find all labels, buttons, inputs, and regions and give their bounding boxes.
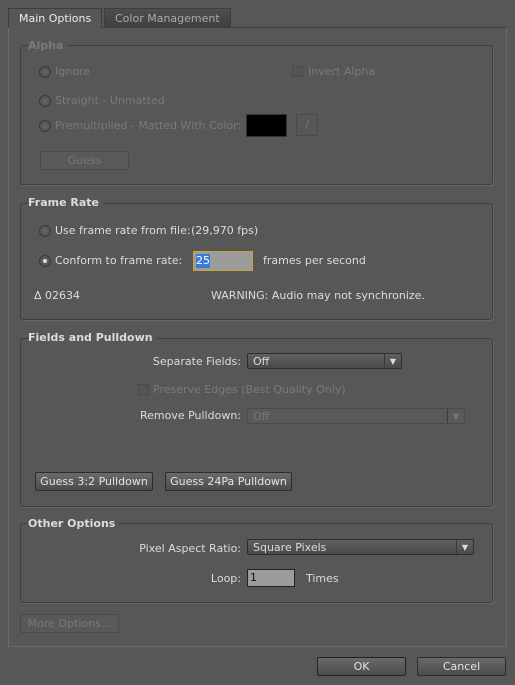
guess-32-pulldown-button[interactable]: Guess 3:2 Pulldown <box>35 472 153 491</box>
separate-fields-value: Off <box>253 355 270 368</box>
pixel-aspect-value: Square Pixels <box>253 541 327 554</box>
preserve-edges-label: Preserve Edges (Best Quality Only) <box>153 383 346 396</box>
conform-rate-radio[interactable] <box>39 255 51 267</box>
straight-label: Straight - Unmatted <box>55 94 165 107</box>
remove-pulldown-label: Remove Pulldown: <box>139 409 241 422</box>
preserve-edges-checkbox[interactable] <box>138 384 149 395</box>
file-fps-value: (29,970 fps) <box>191 224 259 237</box>
fields-title: Fields and Pulldown <box>28 331 157 344</box>
eyedropper-icon[interactable]: ∕ <box>296 114 318 136</box>
matte-color-swatch[interactable] <box>246 114 287 137</box>
other-options-title: Other Options <box>28 517 120 530</box>
use-file-rate-label: Use frame rate from file: <box>55 224 191 237</box>
guess-24pa-pulldown-button[interactable]: Guess 24Pa Pulldown <box>165 472 292 491</box>
ok-button[interactable]: OK <box>317 657 406 676</box>
separate-fields-select[interactable]: Off ▼ <box>247 353 402 369</box>
pixel-aspect-select[interactable]: Square Pixels ▼ <box>247 539 474 555</box>
tab-color-management[interactable]: Color Management <box>104 8 231 28</box>
audio-warning: WARNING: Audio may not synchronize. <box>211 289 425 302</box>
fps-unit-label: frames per second <box>263 254 366 267</box>
remove-pulldown-value: Off <box>253 410 270 423</box>
premultiplied-radio[interactable] <box>39 120 51 132</box>
premultiplied-label: Premultiplied - Matted With Color: <box>55 119 242 132</box>
invert-alpha-label: Invert Alpha <box>308 65 376 78</box>
loop-input[interactable]: 1 <box>247 569 295 587</box>
invert-alpha-checkbox[interactable] <box>292 66 303 77</box>
straight-radio[interactable] <box>39 95 51 107</box>
tab-main-options[interactable]: Main Options <box>8 8 103 28</box>
chevron-down-icon: ▼ <box>456 540 473 554</box>
conform-rate-label: Conform to frame rate: <box>55 254 183 267</box>
chevron-down-icon: ▼ <box>447 409 464 423</box>
chevron-down-icon: ▼ <box>384 354 401 368</box>
guess-button[interactable]: Guess <box>40 151 129 170</box>
pixel-aspect-label: Pixel Aspect Ratio: <box>139 542 241 555</box>
cancel-button[interactable]: Cancel <box>417 657 506 676</box>
times-label: Times <box>306 572 339 585</box>
separate-fields-label: Separate Fields: <box>152 355 241 368</box>
use-file-rate-radio[interactable] <box>39 225 51 237</box>
ignore-label: Ignore <box>55 65 90 78</box>
ignore-radio[interactable] <box>39 66 51 78</box>
frame-rate-title: Frame Rate <box>28 196 104 209</box>
conform-rate-input[interactable]: 25 <box>193 251 253 271</box>
other-options-group <box>20 523 493 603</box>
delta-readout: Δ 02634 <box>34 289 81 302</box>
conform-rate-value: 25 <box>196 254 210 268</box>
alpha-title: Alpha <box>28 39 68 52</box>
more-options-button[interactable]: More Options... <box>20 614 119 633</box>
remove-pulldown-select[interactable]: Off ▼ <box>247 408 465 424</box>
loop-label: Loop: <box>210 572 241 585</box>
